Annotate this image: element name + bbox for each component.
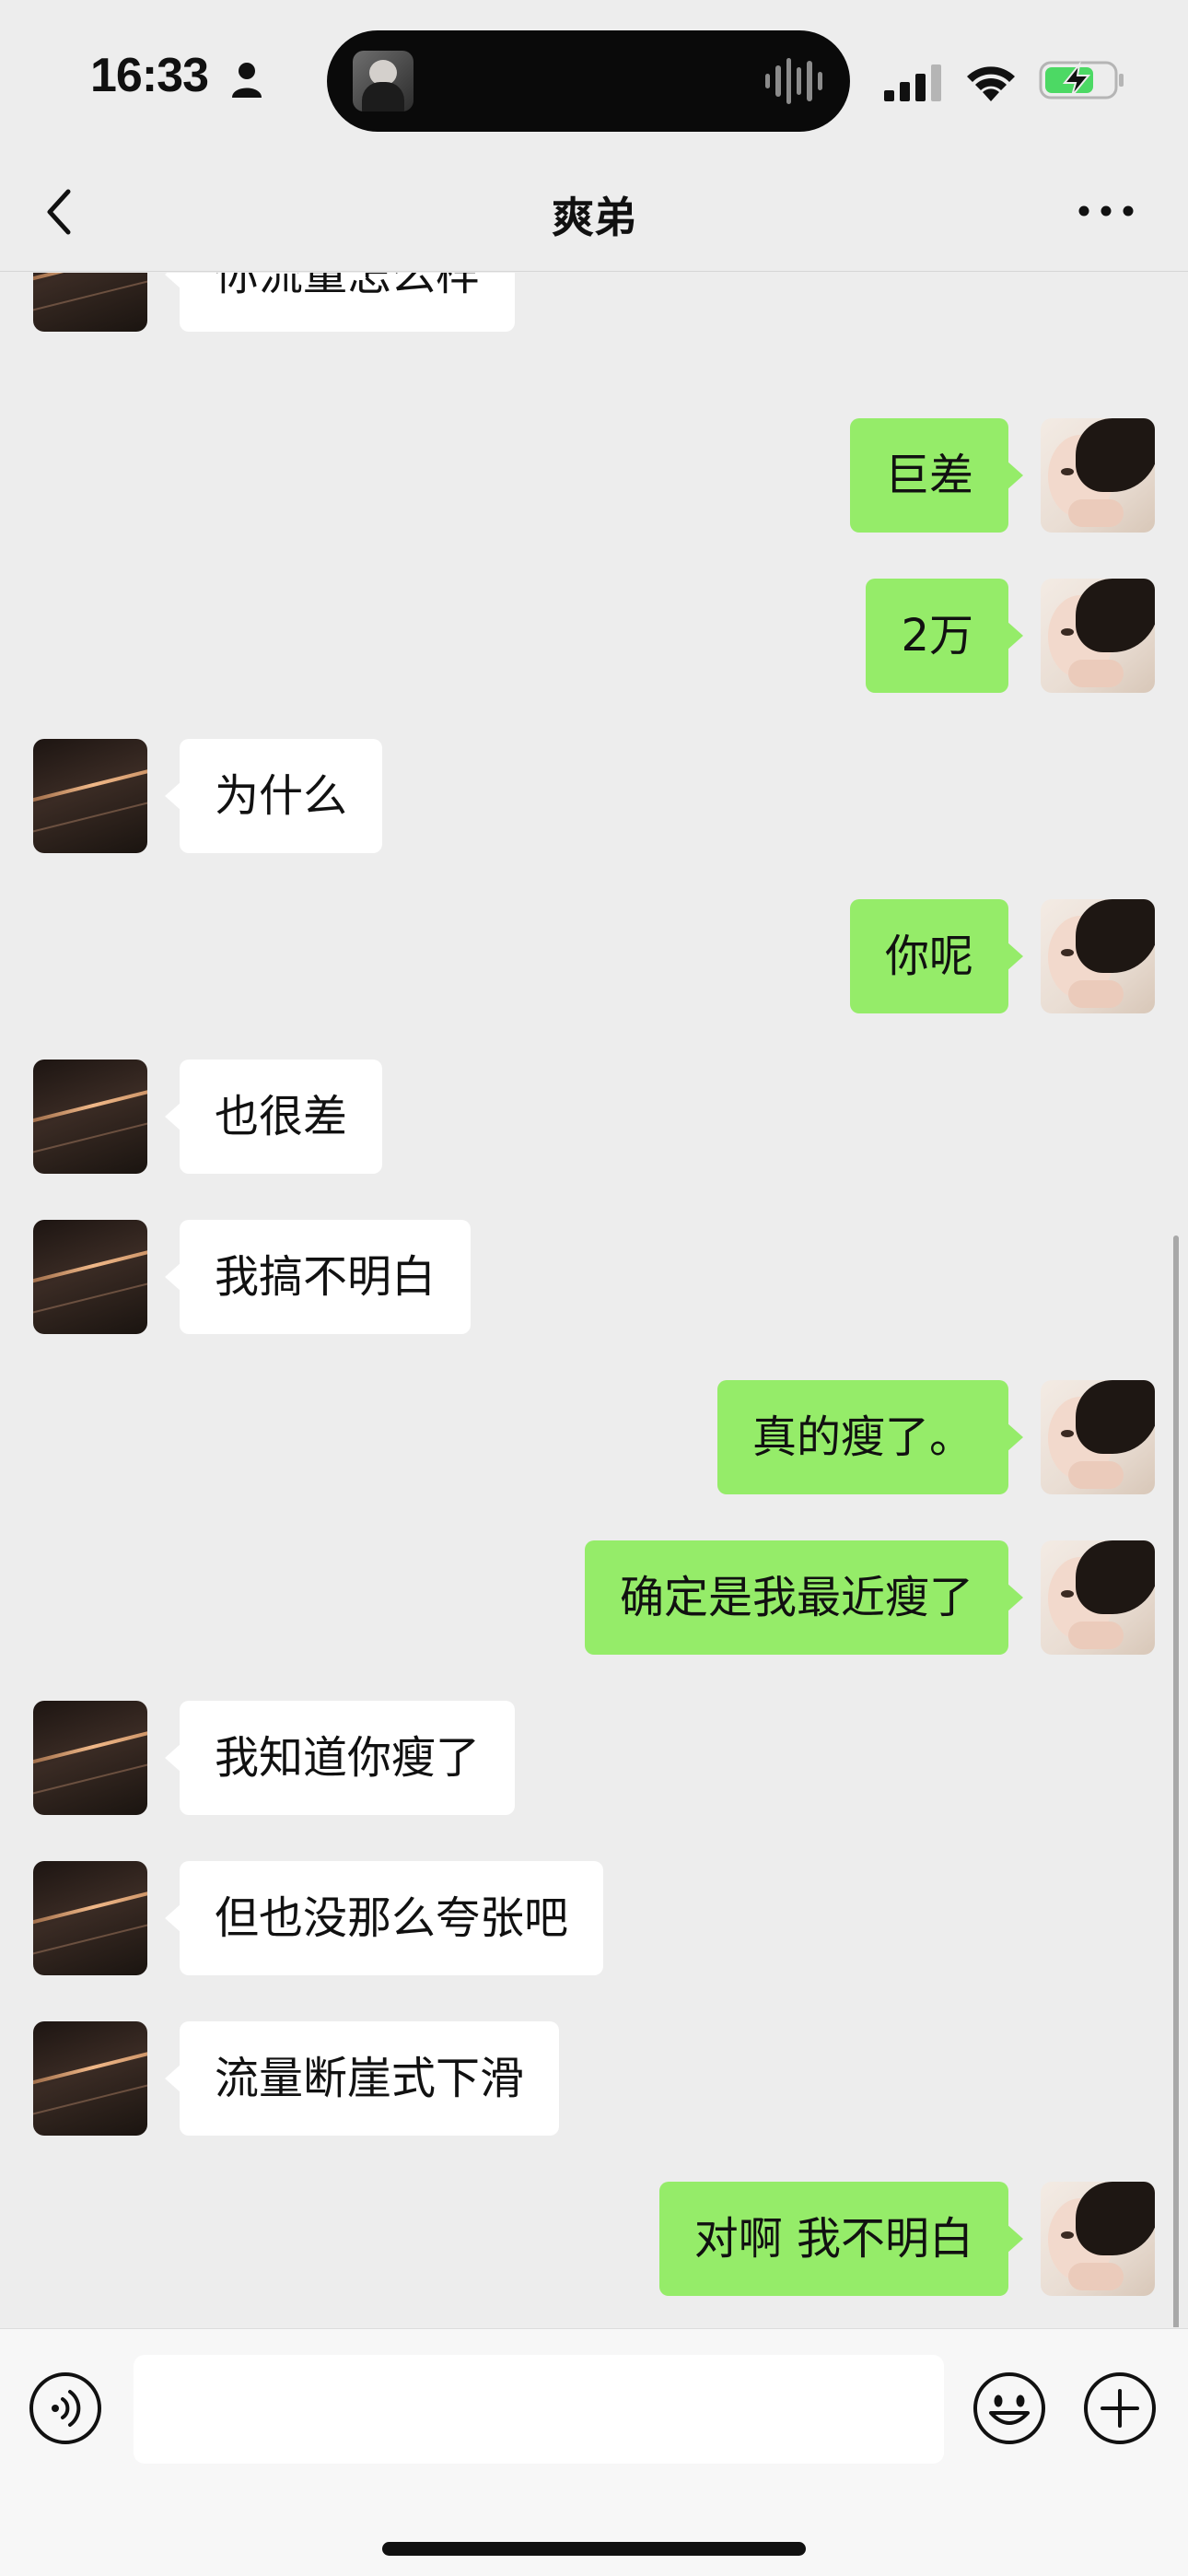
person-icon xyxy=(232,63,262,98)
sent-message-bubble[interactable]: 确定是我最近瘦了 xyxy=(584,1540,1024,1655)
message-row: 确定是我最近瘦了 xyxy=(0,1540,1188,1655)
received-message-bubble[interactable]: 你流量怎么样 xyxy=(164,273,516,332)
sent-message-bubble[interactable]: 真的瘦了。 xyxy=(716,1380,1024,1494)
message-row: 2万 xyxy=(0,579,1188,693)
message-row: 为什么 xyxy=(0,739,1188,853)
contact-avatar[interactable] xyxy=(33,273,147,332)
received-message-bubble[interactable]: 为什么 xyxy=(164,739,383,853)
my-avatar[interactable] xyxy=(1041,418,1155,533)
contact-avatar[interactable] xyxy=(33,1060,147,1174)
message-row: 也很差 xyxy=(0,1060,1188,1174)
sent-message-bubble[interactable]: 2万 xyxy=(866,579,1023,693)
plus-icon[interactable] xyxy=(1082,2371,1158,2446)
message-row: 你呢 xyxy=(0,899,1188,1013)
received-message-bubble[interactable]: 流量断崖式下滑 xyxy=(164,2021,560,2136)
sent-message-bubble[interactable]: 巨差 xyxy=(849,418,1024,533)
message-input[interactable] xyxy=(134,2355,944,2464)
home-indicator[interactable] xyxy=(382,2542,806,2556)
message-list[interactable]: 你流量怎么样巨差 2万为什么你呢也很差我搞不明白真的瘦了。确定是我最近瘦了 我知道你… xyxy=(0,273,1188,2327)
message-row: 流量断崖式下滑 xyxy=(0,2021,1188,2136)
album-art xyxy=(353,51,413,111)
dynamic-island[interactable] xyxy=(327,30,850,132)
message-row: 你流量怎么样 xyxy=(0,273,1188,332)
contact-avatar[interactable] xyxy=(33,2021,147,2136)
chat-title: 爽弟 xyxy=(552,193,636,242)
emoji-icon[interactable] xyxy=(972,2371,1047,2446)
my-avatar[interactable] xyxy=(1041,1540,1155,1655)
status-bar: 16:33 xyxy=(0,0,1188,157)
my-avatar[interactable] xyxy=(1041,579,1155,693)
wifi-icon xyxy=(967,66,1015,101)
message-row: 巨差 xyxy=(0,418,1188,533)
voice-icon[interactable] xyxy=(28,2371,103,2446)
contact-avatar[interactable] xyxy=(33,1861,147,1975)
contact-avatar[interactable] xyxy=(33,739,147,853)
input-bar xyxy=(0,2328,1188,2576)
scrollbar[interactable] xyxy=(1173,1235,1179,2327)
my-avatar[interactable] xyxy=(1041,1380,1155,1494)
status-time: 16:33 xyxy=(90,49,209,102)
message-row: 但也没那么夸张吧 xyxy=(0,1861,1188,1975)
more-dots-icon[interactable] xyxy=(1076,197,1136,225)
signal-icon xyxy=(884,64,941,101)
received-message-bubble[interactable]: 但也没那么夸张吧 xyxy=(164,1861,604,1975)
my-avatar[interactable] xyxy=(1041,899,1155,1013)
received-message-bubble[interactable]: 我知道你瘦了 xyxy=(164,1701,516,1815)
message-row: 我搞不明白 xyxy=(0,1220,1188,1334)
received-message-bubble[interactable]: 我搞不明白 xyxy=(164,1220,472,1334)
battery-charging-icon xyxy=(1039,61,1124,100)
sent-message-bubble[interactable]: 对啊 我不明白 xyxy=(658,2182,1024,2296)
chat-header: 爽弟 xyxy=(0,157,1188,272)
sent-message-bubble[interactable]: 你呢 xyxy=(849,899,1024,1013)
received-message-bubble[interactable]: 也很差 xyxy=(164,1060,383,1174)
message-row: 对啊 我不明白 xyxy=(0,2182,1188,2296)
contact-avatar[interactable] xyxy=(33,1701,147,1815)
message-row: 真的瘦了。 xyxy=(0,1380,1188,1494)
my-avatar[interactable] xyxy=(1041,2182,1155,2296)
contact-avatar[interactable] xyxy=(33,1220,147,1334)
message-row: 我知道你瘦了 xyxy=(0,1701,1188,1815)
waveform-icon xyxy=(765,58,822,104)
